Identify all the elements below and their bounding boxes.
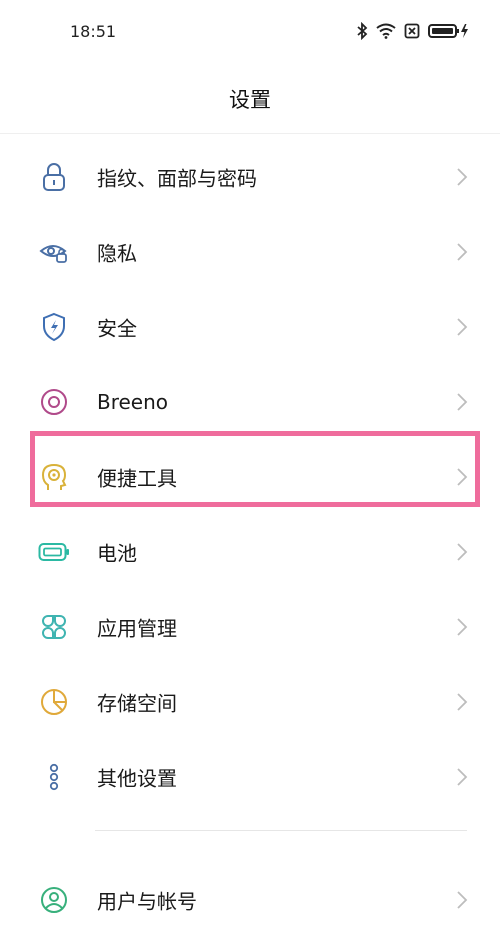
settings-item-fingerprint-face-password[interactable]: 指纹、面部与密码	[0, 139, 500, 214]
highlight-box	[30, 431, 480, 507]
chevron-right-icon	[457, 542, 468, 561]
pie-storage-icon	[38, 686, 70, 718]
status-icons	[356, 22, 470, 40]
settings-item-app-management[interactable]: 应用管理	[0, 589, 500, 664]
user-account-icon	[38, 884, 70, 916]
chevron-right-icon	[457, 767, 468, 786]
header-divider	[0, 133, 500, 134]
settings-list: 指纹、面部与密码 隐私 安全 Breeno 便捷工具 电池 应用管理 存储空间 …	[0, 139, 500, 937]
chevron-right-icon	[457, 692, 468, 711]
breeno-icon	[38, 386, 70, 418]
chevron-right-icon	[457, 317, 468, 336]
dots-vertical-icon	[38, 761, 70, 793]
settings-item-privacy[interactable]: 隐私	[0, 214, 500, 289]
settings-item-label: 安全	[97, 316, 137, 340]
settings-item-label: 用户与帐号	[97, 889, 197, 913]
chevron-right-icon	[457, 167, 468, 186]
lock-icon	[38, 161, 70, 193]
chevron-right-icon	[457, 392, 468, 411]
settings-item-breeno[interactable]: Breeno	[0, 364, 500, 439]
sim-disabled-icon	[404, 23, 420, 39]
page-title: 设置	[229, 88, 271, 112]
chevron-right-icon	[457, 617, 468, 636]
settings-item-other-settings[interactable]: 其他设置	[0, 739, 500, 814]
wifi-icon	[376, 23, 396, 39]
settings-item-user-account[interactable]: 用户与帐号	[0, 862, 500, 937]
settings-item-label: 电池	[97, 541, 137, 565]
settings-item-label: 其他设置	[97, 766, 177, 790]
settings-item-label: 指纹、面部与密码	[97, 166, 257, 190]
eye-lock-icon	[38, 236, 70, 268]
settings-item-label: 存储空间	[97, 691, 177, 715]
settings-item-security[interactable]: 安全	[0, 289, 500, 364]
settings-item-battery[interactable]: 电池	[0, 514, 500, 589]
settings-item-label: 应用管理	[97, 616, 177, 640]
chevron-right-icon	[457, 890, 468, 909]
status-time: 18:51	[70, 22, 117, 41]
battery-icon	[38, 536, 70, 568]
section-divider	[95, 830, 467, 831]
settings-item-label: Breeno	[97, 389, 169, 414]
chevron-right-icon	[457, 242, 468, 261]
battery-charging-icon	[428, 24, 468, 38]
settings-item-storage[interactable]: 存储空间	[0, 664, 500, 739]
status-bar: 18:51	[0, 0, 500, 66]
apps-grid-icon	[38, 611, 70, 643]
shield-bolt-icon	[38, 311, 70, 343]
settings-item-label: 隐私	[97, 241, 137, 265]
bluetooth-icon	[357, 22, 368, 40]
